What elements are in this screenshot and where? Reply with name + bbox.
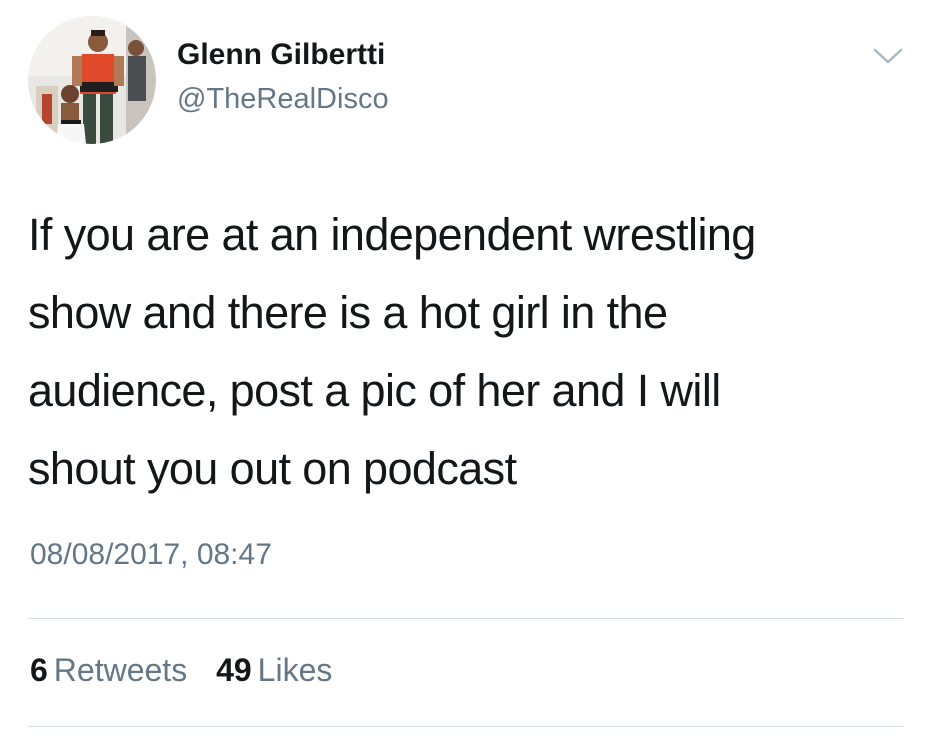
tweet-text-line: audience, post a pic of her and I will (28, 365, 721, 416)
divider (28, 726, 904, 727)
tweet-card: Glenn Gilbertti @TheRealDisco If you are… (0, 0, 931, 743)
tweet-text-line: show and there is a hot girl in the (28, 287, 668, 338)
retweets-count: 6 (30, 652, 48, 688)
tweet-text-line: If you are at an independent wrestling (28, 209, 756, 260)
chevron-down-icon[interactable] (870, 44, 906, 68)
avatar[interactable] (28, 16, 156, 144)
display-name[interactable]: Glenn Gilbertti (177, 38, 385, 72)
divider (28, 618, 904, 619)
likes-stat[interactable]: 49 Likes (216, 652, 332, 689)
likes-count: 49 (216, 652, 252, 688)
likes-label: Likes (257, 652, 333, 688)
retweets-label: Retweets (53, 652, 188, 688)
avatar-photo (28, 16, 156, 144)
tweet-stats: 6 Retweets 49 Likes (30, 652, 352, 689)
tweet-text: If you are at an independent wrestling s… (28, 196, 908, 508)
tweet-text-line: shout you out on podcast (28, 443, 517, 494)
retweets-stat[interactable]: 6 Retweets (30, 652, 187, 689)
handle[interactable]: @TheRealDisco (177, 83, 389, 116)
timestamp[interactable]: 08/08/2017, 08:47 (30, 538, 272, 572)
